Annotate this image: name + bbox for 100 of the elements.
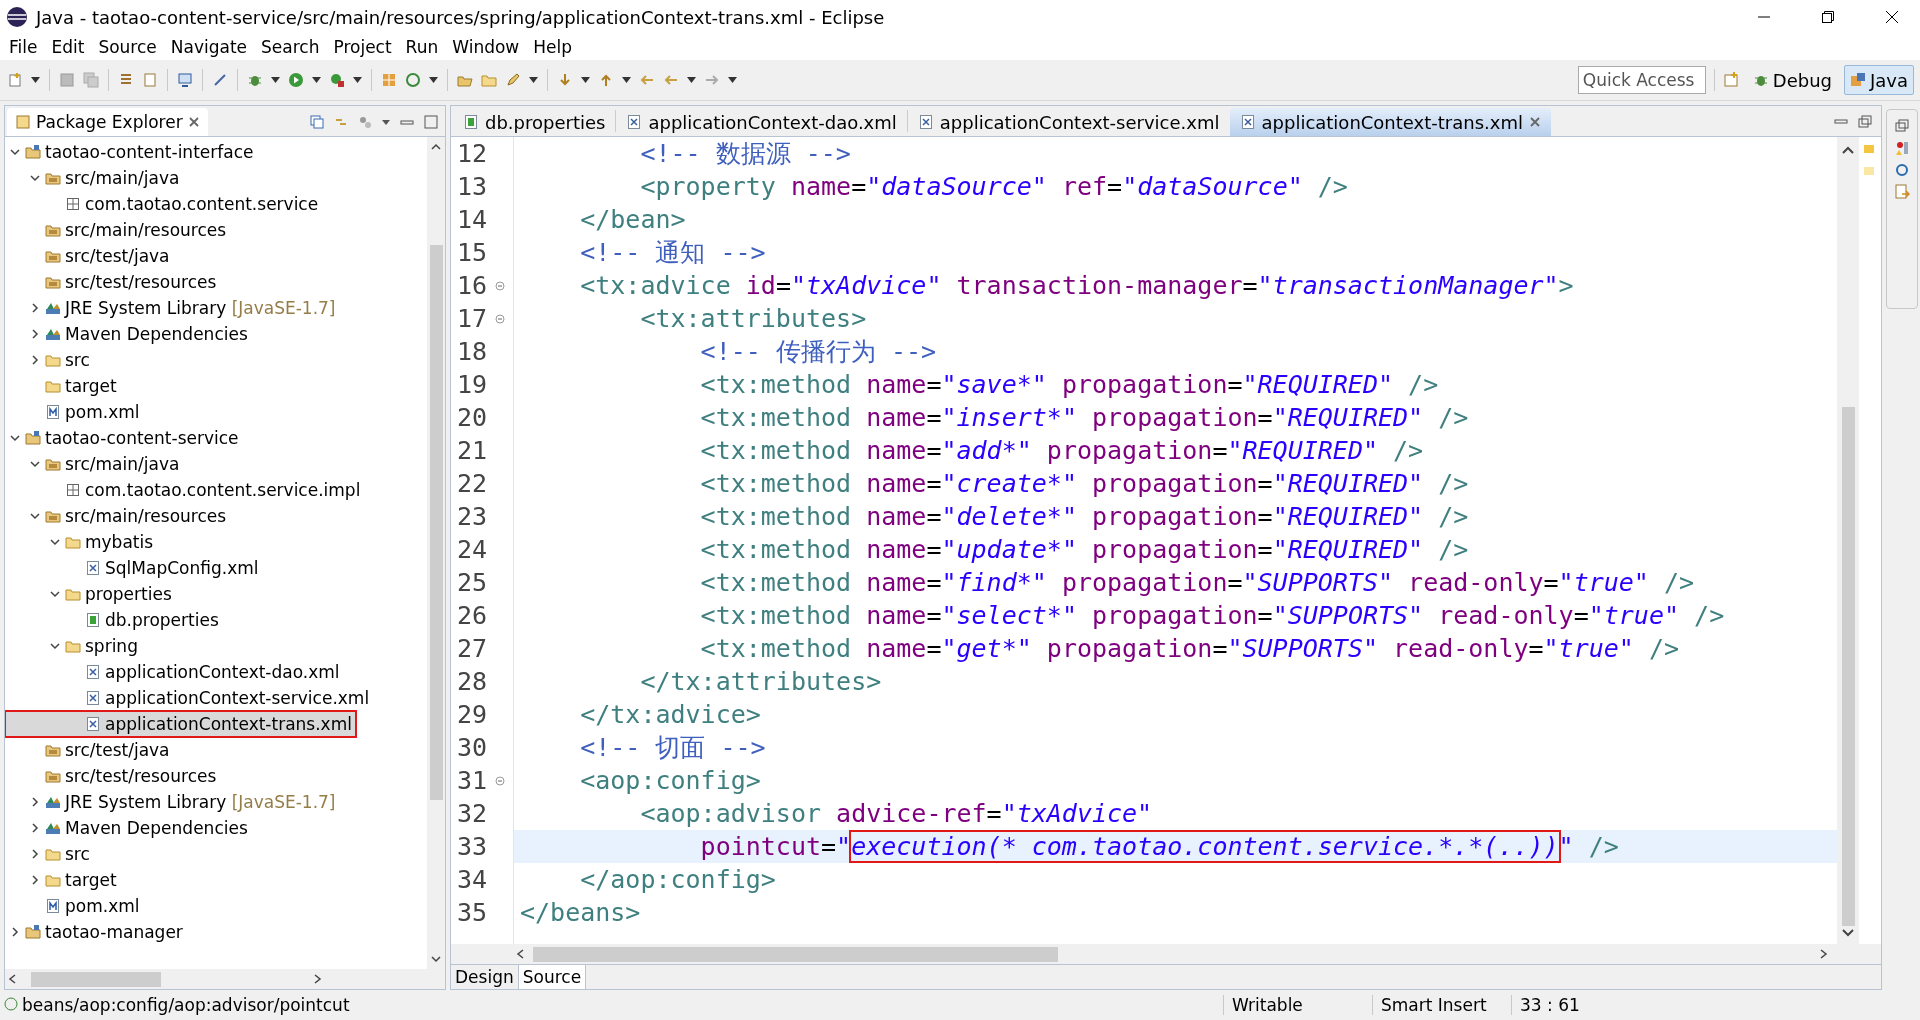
tree-item[interactable]: src/test/java	[5, 243, 170, 269]
dropdown-caret-icon[interactable]	[30, 76, 41, 84]
menu-item[interactable]: Project	[326, 37, 399, 57]
chevron-icon[interactable]	[49, 536, 61, 548]
restore-icon[interactable]	[1821, 10, 1835, 24]
source-folder-icon	[45, 170, 61, 186]
chevron-icon[interactable]	[9, 926, 21, 938]
menu-item[interactable]: Search	[254, 37, 327, 57]
tree-item[interactable]: JRE System Library [JavaSE-1.7]	[5, 295, 336, 321]
menu-item[interactable]: Window	[445, 37, 527, 57]
editor-tab[interactable]: db.properties	[453, 108, 616, 136]
collapse-all-icon[interactable]	[309, 114, 325, 130]
tree-item[interactable]: applicationContext-service.xml	[5, 685, 370, 711]
view-tab[interactable]: Package Explorer	[7, 108, 208, 136]
dropdown-caret-icon[interactable]	[580, 76, 591, 84]
monitor-icon[interactable]	[176, 71, 194, 89]
menu-item[interactable]: File	[2, 37, 45, 57]
dropdown-caret-icon[interactable]	[352, 76, 363, 84]
horizontal-scrollbar[interactable]	[5, 969, 445, 989]
line-number: 19	[456, 370, 489, 399]
tree-item[interactable]: target	[5, 373, 117, 399]
fold-icon[interactable]	[495, 775, 505, 786]
menu-item[interactable]: Run	[398, 37, 446, 57]
tree-item[interactable]: target	[5, 867, 117, 893]
tree-item[interactable]: Maven Dependencies	[5, 321, 248, 347]
dropdown-caret-icon[interactable]	[727, 76, 738, 84]
quick-access-field[interactable]: Quick Access	[1577, 66, 1706, 94]
editor-tab[interactable]: applicationContext-dao.xml	[616, 108, 907, 136]
chevron-icon[interactable]	[49, 588, 61, 600]
chevron-icon[interactable]	[29, 822, 41, 834]
line-number: 14	[456, 205, 489, 234]
chevron-icon[interactable]	[9, 146, 21, 158]
tree-item[interactable]: pom.xml	[5, 399, 140, 425]
tree-item[interactable]: src	[5, 841, 90, 867]
chevron-icon[interactable]	[29, 172, 41, 184]
tree-item[interactable]: pom.xml	[5, 893, 140, 919]
dropdown-caret-icon[interactable]	[528, 76, 539, 84]
chevron-icon[interactable]	[49, 640, 61, 652]
tree-item[interactable]: src/main/java	[5, 451, 180, 477]
tree-item[interactable]: com.taotao.content.service	[5, 191, 319, 217]
editor-mode-tab[interactable]: Source	[518, 965, 587, 989]
project-icon	[25, 144, 41, 160]
chevron-icon[interactable]	[29, 328, 41, 340]
chevron-icon[interactable]	[29, 354, 41, 366]
tree-item[interactable]: spring	[5, 633, 138, 659]
dropdown-caret-icon[interactable]	[428, 76, 439, 84]
editor-tab[interactable]: applicationContext-trans.xml	[1229, 108, 1551, 136]
editor-mode-tab[interactable]: Design	[451, 965, 519, 989]
horizontal-scrollbar[interactable]	[451, 944, 1881, 964]
tree-item[interactable]: db.properties	[5, 607, 219, 633]
tree-item[interactable]: properties	[5, 581, 172, 607]
chevron-icon[interactable]	[9, 432, 21, 444]
problems-icon[interactable]	[1894, 140, 1910, 156]
dropdown-caret-icon[interactable]	[311, 76, 322, 84]
chevron-icon[interactable]	[29, 510, 41, 522]
perspective-button[interactable]: Java	[1843, 65, 1914, 95]
chevron-icon[interactable]	[29, 796, 41, 808]
tree-item[interactable]: src/main/resources	[5, 503, 227, 529]
tree-item[interactable]: src/main/resources	[5, 217, 227, 243]
chevron-icon[interactable]	[29, 302, 41, 314]
vertical-scrollbar[interactable]	[1837, 137, 1859, 944]
chevron-icon[interactable]	[29, 874, 41, 886]
line-number: 18	[456, 337, 489, 366]
run-icon[interactable]	[287, 71, 305, 89]
tree-item[interactable]: taotao-manager	[5, 919, 183, 945]
tree-item[interactable]: JRE System Library [JavaSE-1.7]	[5, 789, 336, 815]
fold-icon[interactable]	[495, 280, 505, 291]
chevron-icon[interactable]	[29, 848, 41, 860]
dropdown-caret-icon[interactable]	[270, 76, 281, 84]
package-explorer-icon	[15, 114, 31, 130]
editor-tab[interactable]: applicationContext-service.xml	[907, 108, 1230, 136]
vertical-scrollbar[interactable]	[427, 137, 445, 969]
tool-run-icon[interactable]	[328, 71, 346, 89]
tree-item[interactable]: src/main/java	[5, 165, 180, 191]
tree-item[interactable]: src/test/java	[5, 737, 170, 763]
declaration-icon[interactable]	[1894, 184, 1910, 200]
tree-item[interactable]: applicationContext-trans.xml	[5, 711, 356, 737]
tree-item[interactable]: src/test/resources	[5, 269, 217, 295]
menu-item[interactable]: Source	[91, 37, 164, 57]
scroll-down-icon[interactable]	[430, 953, 442, 965]
pencil-icon[interactable]	[504, 71, 522, 89]
tree-item[interactable]: applicationContext-dao.xml	[5, 659, 340, 685]
tree-item[interactable]: com.taotao.content.service.impl	[5, 477, 361, 503]
menu-item[interactable]: Navigate	[163, 37, 255, 57]
tree-item[interactable]: taotao-content-interface	[5, 139, 254, 165]
tree-item[interactable]: mybatis	[5, 529, 154, 555]
dropdown-caret-icon[interactable]	[686, 76, 697, 84]
fold-icon[interactable]	[495, 313, 505, 324]
chevron-icon[interactable]	[29, 458, 41, 470]
tree-item[interactable]: Maven Dependencies	[5, 815, 248, 841]
perspective-button[interactable]: Debug	[1746, 65, 1838, 95]
menu-item[interactable]: Edit	[44, 37, 92, 57]
tree-item[interactable]: src	[5, 347, 90, 373]
tree-item[interactable]: SqlMapConfig.xml	[5, 555, 259, 581]
tree-item[interactable]: taotao-content-service	[5, 425, 239, 451]
tree-item[interactable]: src/test/resources	[5, 763, 217, 789]
line-number: 16	[456, 271, 489, 300]
menu-item[interactable]: Help	[526, 37, 579, 57]
close-icon[interactable]	[1885, 10, 1899, 24]
dropdown-caret-icon[interactable]	[621, 76, 632, 84]
